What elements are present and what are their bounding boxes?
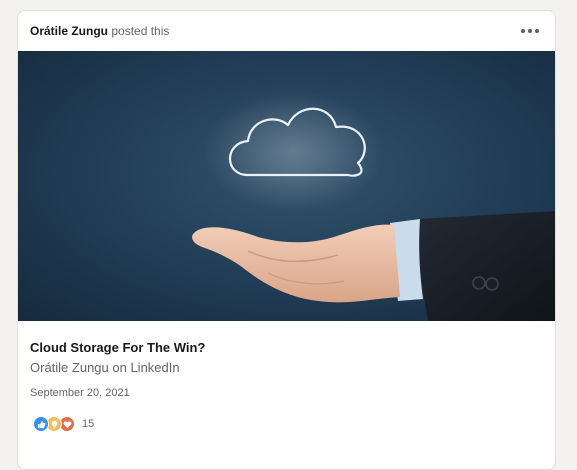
post-action: posted this: [111, 24, 170, 38]
menu-dot: [521, 29, 525, 33]
author-name[interactable]: Orátile Zungu: [30, 24, 108, 38]
sleeve-button: [472, 276, 486, 290]
reactions-summary[interactable]: 15: [33, 416, 94, 432]
sleeve-button: [485, 277, 499, 291]
article-image[interactable]: [18, 51, 555, 321]
cloud-glow: [203, 91, 383, 211]
article-date: September 20, 2021: [30, 387, 130, 399]
hand-with-cloud-icon: [192, 91, 555, 321]
more-options-icon[interactable]: [519, 21, 541, 41]
menu-dot: [528, 29, 532, 33]
article-source: Orátile Zungu on LinkedIn: [30, 360, 180, 375]
article-title[interactable]: Cloud Storage For The Win?: [30, 339, 543, 357]
post-attribution: Orátile Zungu posted this: [30, 24, 169, 38]
suit-sleeve: [417, 211, 555, 321]
open-hand: [192, 224, 400, 303]
reaction-count: 15: [82, 418, 95, 430]
menu-dot: [535, 29, 539, 33]
post-card: Orátile Zungu posted this Cloud Storage …: [17, 10, 556, 470]
post-header: Orátile Zungu posted this: [18, 11, 555, 51]
article-info[interactable]: Cloud Storage For The Win? Orátile Zungu…: [30, 339, 543, 400]
like-icon: [33, 416, 49, 432]
